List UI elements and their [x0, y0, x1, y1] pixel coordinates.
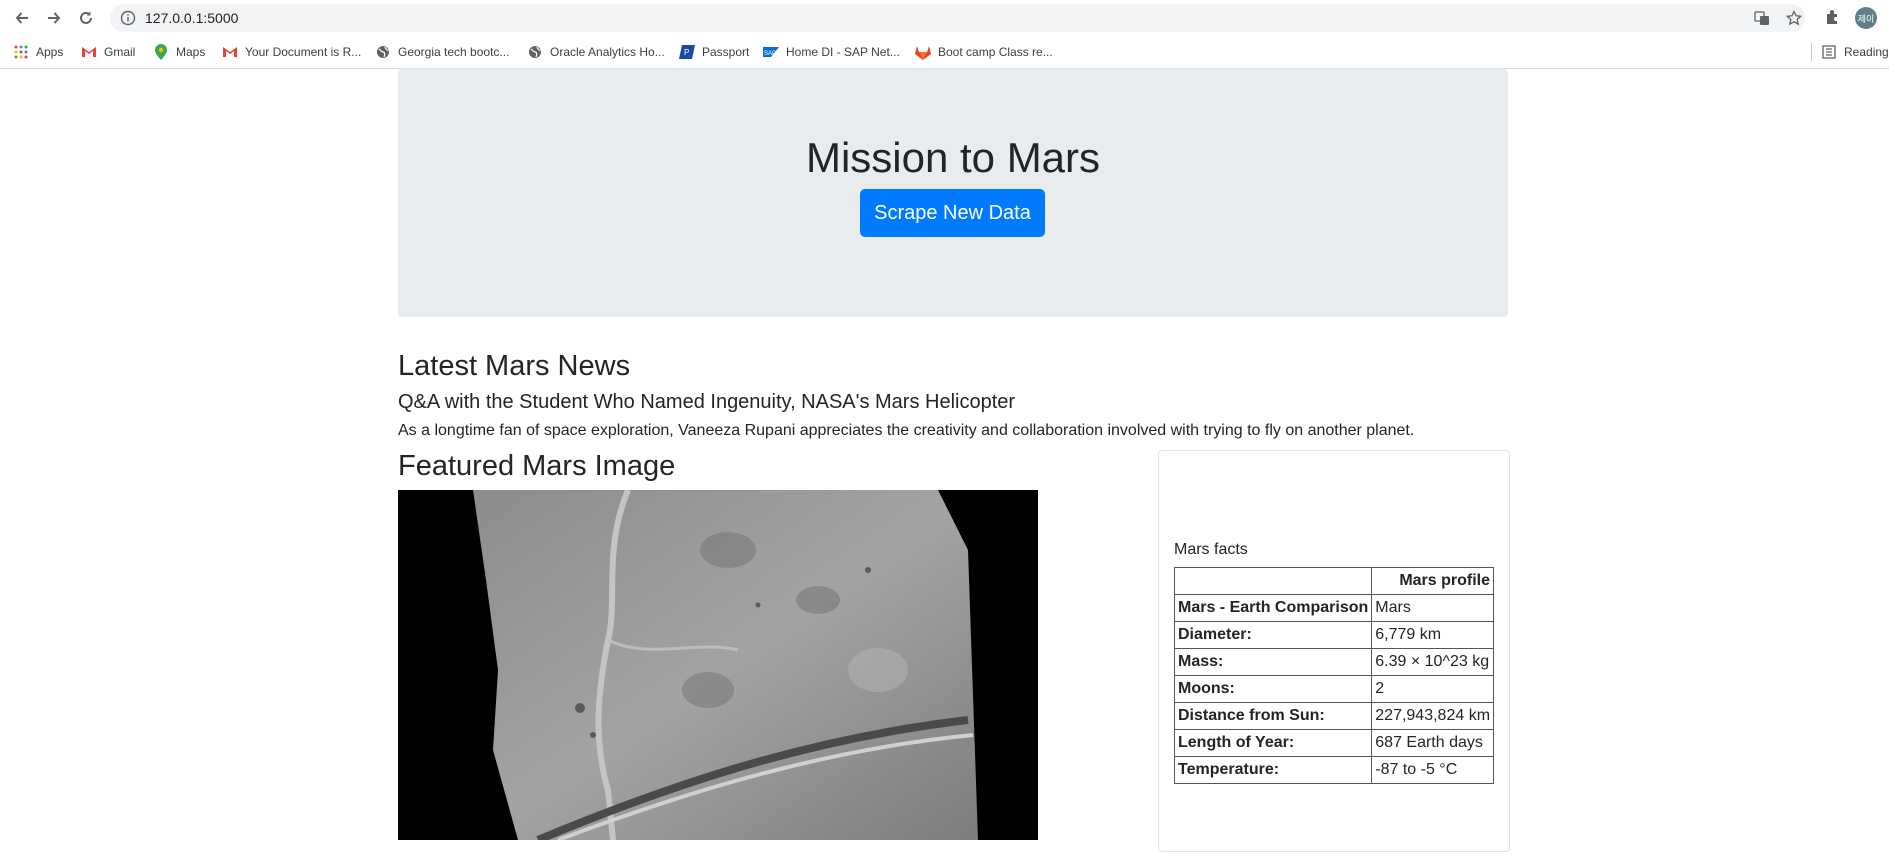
fact-label: Mass:	[1173, 648, 1373, 676]
extensions-puzzle-icon[interactable]	[1824, 8, 1844, 28]
reading-list[interactable]: Reading	[1821, 42, 1889, 62]
news-heading: Latest Mars News	[398, 350, 631, 382]
profile-avatar[interactable]: 제이	[1855, 7, 1877, 29]
bookmarks-bar: Apps Gmail Maps Your Document is R... Ge…	[0, 36, 1889, 69]
bookmark-passport[interactable]: P Passport	[679, 42, 749, 62]
fact-value: 2	[1371, 675, 1495, 703]
table-header-cell	[1173, 567, 1373, 595]
fact-label: Distance from Sun:	[1173, 702, 1373, 730]
bookmark-boot-camp[interactable]: Boot camp Class re...	[915, 42, 1053, 62]
bookmark-label: Maps	[176, 45, 206, 59]
bookmark-label: Home DI - SAP Net...	[786, 45, 900, 59]
fact-label: Length of Year:	[1173, 729, 1373, 757]
featured-mars-image	[398, 490, 1038, 840]
mars-facts-table: Mars profile Mars - Earth Comparison Mar…	[1173, 567, 1495, 784]
browser-toolbar: 127.0.0.1:5000 제이	[0, 0, 1889, 36]
table-row: Temperature: -87 to -5 °C	[1173, 756, 1495, 784]
news-title: Q&A with the Student Who Named Ingenuity…	[398, 391, 1016, 413]
bookmark-star-icon[interactable]	[1785, 9, 1803, 27]
fact-value: 687 Earth days	[1371, 729, 1495, 757]
svg-text:P: P	[684, 48, 689, 57]
page-title: Mission to Mars	[805, 134, 1101, 181]
fact-label: Temperature:	[1173, 756, 1373, 784]
jumbotron: Mission to Mars Scrape New Data	[398, 69, 1508, 317]
table-row: Mass: 6.39 × 10^23 kg	[1173, 648, 1495, 676]
table-row: Distance from Sun: 227,943,824 km	[1173, 702, 1495, 730]
fact-label: Diameter:	[1173, 621, 1373, 649]
bookmark-label: Georgia tech bootc...	[398, 45, 510, 59]
fact-value: -87 to -5 °C	[1371, 756, 1495, 784]
table-row: Length of Year: 687 Earth days	[1173, 729, 1495, 757]
gmail-icon	[222, 44, 238, 60]
fact-value: 6,779 km	[1371, 621, 1495, 649]
url-text[interactable]: 127.0.0.1:5000	[145, 10, 238, 26]
table-header-cell: Mars profile	[1371, 567, 1495, 595]
news-teaser: As a longtime fan of space exploration, …	[398, 422, 1415, 439]
bookmark-your-document[interactable]: Your Document is R...	[222, 42, 361, 62]
mars-terrain-image	[398, 490, 1038, 840]
bookmark-label: Boot camp Class re...	[938, 45, 1053, 59]
bookmarks-separator	[1811, 43, 1812, 61]
gitlab-icon	[915, 44, 931, 60]
site-info-icon[interactable]	[120, 10, 136, 26]
fact-value: Mars	[1371, 594, 1495, 622]
address-bar[interactable]: 127.0.0.1:5000	[110, 4, 1805, 32]
scrape-new-data-button[interactable]: Scrape New Data	[860, 189, 1045, 237]
table-row: Mars - Earth Comparison Mars	[1173, 594, 1495, 622]
bookmark-gmail[interactable]: Gmail	[81, 42, 135, 62]
bookmark-label: Apps	[36, 45, 64, 59]
table-row: Moons: 2	[1173, 675, 1495, 703]
table-row: Diameter: 6,779 km	[1173, 621, 1495, 649]
reload-icon[interactable]	[74, 7, 98, 29]
bookmark-maps[interactable]: Maps	[153, 42, 205, 62]
bookmark-sap[interactable]: SAP Home DI - SAP Net...	[763, 42, 900, 62]
bookmark-label: Oracle Analytics Ho...	[550, 45, 665, 59]
reading-list-icon	[1821, 44, 1837, 60]
bookmark-georgia-tech[interactable]: Georgia tech bootc...	[375, 42, 509, 62]
fact-value: 6.39 × 10^23 kg	[1371, 648, 1495, 676]
gmail-icon	[81, 44, 97, 60]
globe-icon	[527, 44, 543, 60]
table-header-row: Mars profile	[1173, 567, 1495, 595]
svg-text:SAP: SAP	[764, 51, 776, 57]
maps-pin-icon	[153, 44, 169, 60]
featured-image-heading: Featured Mars Image	[398, 450, 676, 482]
translate-icon[interactable]	[1753, 9, 1771, 27]
back-arrow-icon[interactable]	[10, 7, 34, 29]
bookmark-oracle-analytics[interactable]: Oracle Analytics Ho...	[527, 42, 665, 62]
bookmark-label: Your Document is R...	[245, 45, 362, 59]
fact-label: Mars - Earth Comparison	[1173, 594, 1373, 622]
reading-list-label: Reading	[1844, 45, 1889, 59]
globe-icon	[375, 44, 391, 60]
bookmark-apps[interactable]: Apps	[13, 42, 63, 62]
facts-caption: Mars facts	[1174, 541, 1248, 558]
bookmark-label: Passport	[702, 45, 750, 59]
fact-label: Moons:	[1173, 675, 1373, 703]
bookmark-label: Gmail	[104, 45, 136, 59]
fact-value: 227,943,824 km	[1371, 702, 1495, 730]
forward-arrow-icon[interactable]	[42, 7, 66, 29]
apps-grid-icon	[13, 44, 29, 60]
passport-icon: P	[679, 44, 695, 60]
sap-icon: SAP	[763, 44, 779, 60]
